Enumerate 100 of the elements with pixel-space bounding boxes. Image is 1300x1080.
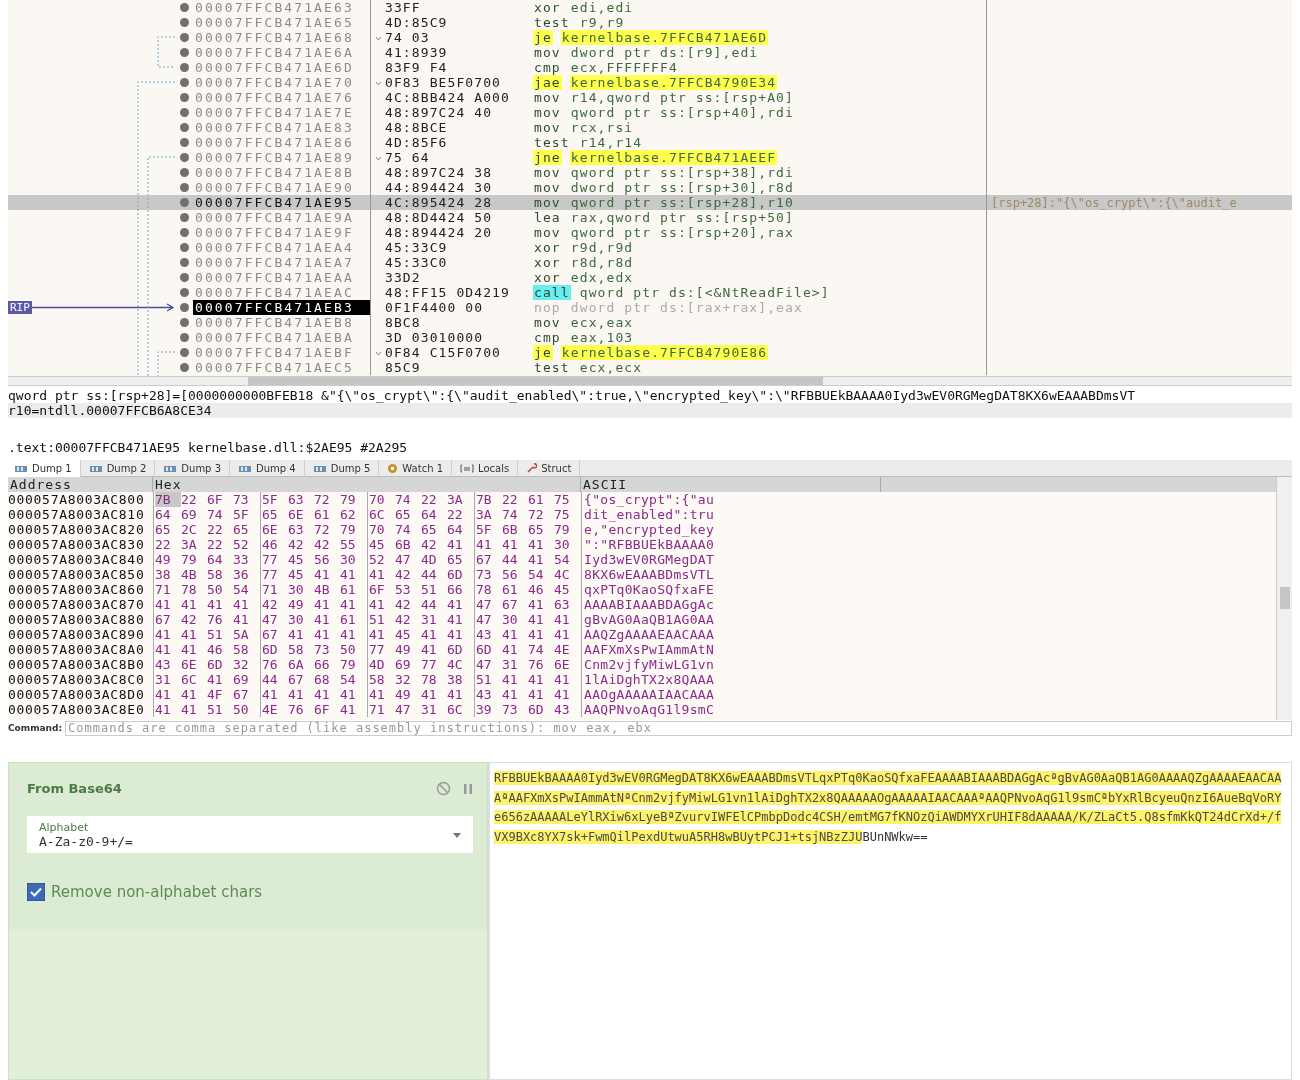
hex-byte: 53 (395, 582, 412, 597)
breakpoint-dot-icon[interactable] (180, 48, 189, 57)
disassembly-row[interactable]: 00007FFCB471AE76 4C:8BB424 A000 mov r14,qword ptr ss:[rsp+A0] (8, 90, 1292, 105)
hex-byte: 41 (314, 567, 331, 582)
hex-byte: 47 (476, 657, 493, 672)
disassembly-row[interactable]: RIP 00007FFCB471AEB3 0F1F4400 00 nop dword ptr ds:[rax+rax],eax (8, 300, 1292, 315)
breakpoint-dot-icon[interactable] (180, 228, 189, 237)
mnemonic-text: jae (533, 75, 562, 90)
disassembly-row[interactable]: 00007FFCB471AEB8 8BC8 mov ecx,eax (8, 315, 1292, 330)
disassembly-row[interactable]: 00007FFCB471AEA4 45:33C9 xor r9d,r9d (8, 240, 1292, 255)
hex-byte: 71 (262, 582, 279, 597)
vertical-scrollbar[interactable] (1276, 477, 1292, 720)
hex-byte: 76 (528, 657, 545, 672)
breakpoint-dot-icon[interactable] (180, 213, 189, 222)
hex-byte: 51 (421, 582, 438, 597)
horizontal-scrollbar[interactable] (8, 376, 1292, 386)
operands-text: rcx,rsi (569, 120, 635, 135)
hex-byte: 45 (395, 627, 412, 642)
address-cell: 00007FFCB471AEA7 (193, 255, 371, 270)
ascii-cell: 1lAiDghTX2x8QAAA (581, 672, 715, 687)
hex-byte: 41 (155, 627, 172, 642)
disassembly-row[interactable]: 00007FFCB471AE68 74 03 je kernelbase.7FFCB471AE6D (8, 30, 1292, 45)
disassembly-row[interactable]: 00007FFCB471AE89 75 64 jne kernelbase.7FFCB471AEEF (8, 150, 1292, 165)
mnemonic-text: mov (533, 105, 562, 120)
breakpoint-dot-icon[interactable] (180, 348, 189, 357)
breakpoint-dot-icon[interactable] (180, 258, 189, 267)
hex-byte: 72 (314, 522, 331, 537)
disassembly-row[interactable]: 00007FFCB471AE70 0F83 BE5F0700 jae kernelbase.7FFCB4790E34 (8, 75, 1292, 90)
bytes-cell-text: 4D:85C9 (385, 15, 449, 30)
hex-byte: 64 (447, 522, 464, 537)
hex-byte: 6F (314, 702, 331, 717)
mnemonic-text: mov (533, 195, 562, 210)
breakpoint-dot-icon[interactable] (180, 168, 189, 177)
ascii-cell: {"os_crypt":{"au (581, 492, 715, 507)
hex-byte: 33 (233, 552, 250, 567)
mnemonic-text: jne (533, 150, 562, 165)
breakpoint-dot-icon[interactable] (180, 33, 189, 42)
breakpoint-dot-icon[interactable] (180, 243, 189, 252)
breakpoint-dot-icon[interactable] (180, 63, 189, 72)
hex-byte: 79 (554, 522, 571, 537)
mnemonic-text: cmp (533, 60, 562, 75)
breakpoint-dot-icon[interactable] (180, 198, 189, 207)
breakpoint-dot-icon[interactable] (180, 93, 189, 102)
address-cell-text: 000057A8003AC8E0 (8, 702, 146, 717)
bytes-cell-text: 8BC8 (385, 315, 422, 330)
breakpoint-dot-icon[interactable] (180, 333, 189, 342)
hex-byte: 22 (155, 537, 172, 552)
hex-byte: 43 (476, 627, 493, 642)
disassembly-row[interactable]: 00007FFCB471AE95 4C:895424 28 mov qword ptr ss:[rsp+28],r10 [rsp+28]:"{\"os_crypt\":{\"audit_e (8, 195, 1292, 210)
hex-byte: 41 (447, 627, 464, 642)
breakpoint-dot-icon[interactable] (180, 153, 189, 162)
bytes-cell-text: 74 03 (385, 30, 431, 45)
hex-byte: 4B (314, 582, 331, 597)
disassembly-row[interactable]: 00007FFCB471AE7E 48:897C24 40 mov qword ptr ss:[rsp+40],rdi (8, 105, 1292, 120)
address-cell: 00007FFCB471AEA4 (193, 240, 371, 255)
disassembly-row[interactable]: 00007FFCB471AE8B 48:897C24 38 mov qword ptr ss:[rsp+38],rdi (8, 165, 1292, 180)
breakpoint-dot-icon[interactable] (180, 108, 189, 117)
disassembly-row[interactable]: 00007FFCB471AE9F 48:894424 20 mov qword ptr ss:[rsp+20],rax (8, 225, 1292, 240)
variable-icon (460, 464, 475, 473)
hex-byte: 47 (262, 612, 279, 627)
location-text: .text:00007FFCB471AE95 kernelbase.dll:$2AE95 #2A295 (8, 440, 409, 456)
disassembly-row[interactable]: 00007FFCB471AE83 48:8BCE mov rcx,rsi (8, 120, 1292, 135)
command-input[interactable]: Commands are comma separated (like assembly instructions): mov eax, ebx (65, 720, 1292, 736)
bytes-cell-text: 0F84 C15F0700 (385, 345, 503, 360)
hex-byte: 31 (421, 612, 438, 627)
hex-byte: 41 (502, 687, 519, 702)
breakpoint-dot-icon[interactable] (180, 123, 189, 132)
disassembly-row[interactable]: 00007FFCB471AE63 33FF xor edi,edi (8, 0, 1292, 15)
disassembly-row[interactable]: 00007FFCB471AEC5 85C9 test ecx,ecx (8, 360, 1292, 375)
breakpoint-dot-icon[interactable] (180, 273, 189, 282)
hex-byte: 6E (181, 657, 198, 672)
disassembly-row[interactable]: 00007FFCB471AE6A 41:8939 mov dword ptr ds:[r9],edi (8, 45, 1292, 60)
hex-byte: 56 (502, 567, 519, 582)
breakpoint-dot-icon[interactable] (180, 18, 189, 27)
mnemonic-text: test (533, 360, 571, 375)
tab[interactable]: Dump 1 (8, 460, 81, 477)
hex-byte: 42 (395, 612, 412, 627)
hex-byte: 41 (181, 597, 198, 612)
checkbox[interactable] (27, 883, 45, 901)
disassembly-row[interactable]: 00007FFCB471AE9A 48:8D4424 50 lea rax,qword ptr ss:[rsp+50] (8, 210, 1292, 225)
breakpoint-dot-icon[interactable] (180, 3, 189, 12)
breakpoint-dot-icon[interactable] (180, 363, 189, 372)
mnemonic-text: mov (533, 90, 562, 105)
hex-byte: 41 (262, 687, 279, 702)
hex-byte: 6D (447, 567, 464, 582)
disassembly-row[interactable]: 00007FFCB471AEBF 0F84 C15F0700 je kernelbase.7FFCB4790E86 (8, 345, 1292, 360)
hex-byte: 50 (233, 702, 250, 717)
bytes-cell-text: 4C:895424 28 (385, 195, 494, 210)
breakpoint-dot-icon[interactable] (180, 303, 189, 312)
hex-byte: 65 (528, 522, 545, 537)
address-cell: 00007FFCB471AE95 (193, 195, 371, 210)
breakpoint-dot-icon[interactable] (180, 138, 189, 147)
alphabet-dropdown[interactable]: Alphabet A-Za-z0-9+/= (27, 816, 473, 853)
breakpoint-dot-icon[interactable] (180, 183, 189, 192)
breakpoint-dot-icon[interactable] (180, 288, 189, 297)
disassembly-row[interactable]: 00007FFCB471AEA7 45:33C0 xor r8d,r8d (8, 255, 1292, 270)
hex-byte: 64 (421, 507, 438, 522)
hex-byte: 62 (340, 507, 357, 522)
breakpoint-dot-icon[interactable] (180, 318, 189, 327)
breakpoint-dot-icon[interactable] (180, 78, 189, 87)
